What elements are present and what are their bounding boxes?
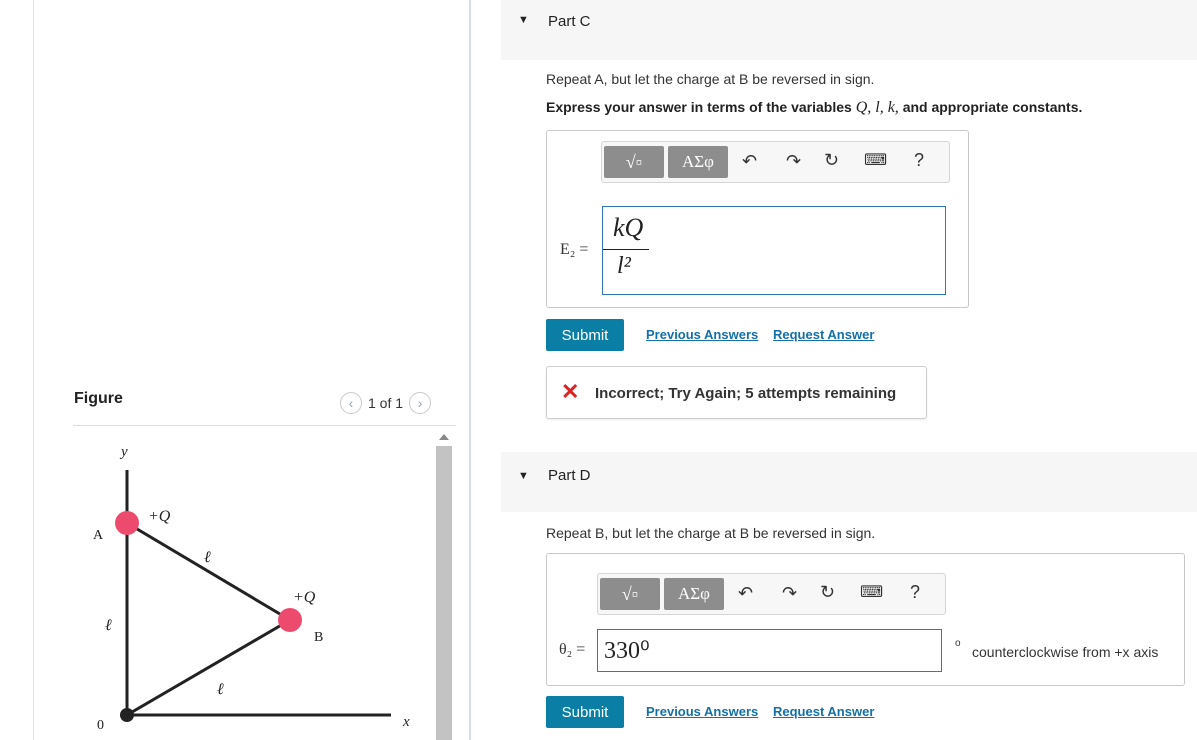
prev-figure-button[interactable]: ‹ bbox=[340, 392, 362, 414]
undo-icon[interactable]: ↶ bbox=[742, 151, 757, 172]
incorrect-x-icon: ✕ bbox=[561, 379, 580, 404]
part-d-title: Part D bbox=[548, 467, 591, 484]
instruction-variables: Q, l, k, bbox=[855, 99, 899, 116]
part-d-submit-button[interactable]: Submit bbox=[546, 696, 624, 728]
figure-title: Figure bbox=[74, 390, 123, 407]
greek-symbols-button[interactable]: ΑΣφ bbox=[664, 578, 724, 610]
point-a-label: A bbox=[93, 528, 104, 543]
answer-value: 330⁰ bbox=[604, 638, 650, 664]
figure-scrollbar[interactable] bbox=[435, 430, 453, 740]
redo-icon[interactable]: ↷ bbox=[782, 583, 797, 604]
part-c-header[interactable]: ▼ Part C bbox=[501, 0, 1197, 60]
math-toolbar: √▫ ΑΣφ ↶ ↷ ↻ ⌨ ? bbox=[601, 141, 950, 183]
part-c-prompt: Repeat A, but let the charge at B be rev… bbox=[546, 71, 875, 87]
fraction-bar bbox=[603, 249, 649, 250]
charge-diagram: y A B 0 x +Q +Q ℓ ℓ ℓ bbox=[93, 444, 410, 733]
figure-pager: ‹ 1 of 1 › bbox=[340, 392, 432, 414]
figure-panel: Figure ‹ 1 of 1 › y A B 0 x +Q +Q ℓ ℓ ℓ bbox=[0, 0, 471, 740]
keyboard-icon[interactable]: ⌨ bbox=[864, 150, 887, 170]
origin-dot bbox=[120, 708, 134, 722]
answer-numerator: kQ bbox=[613, 213, 644, 242]
help-button[interactable]: ? bbox=[914, 150, 924, 171]
part-d-request-answer-link[interactable]: Request Answer bbox=[773, 704, 874, 719]
part-c-answer-input[interactable]: kQ l² bbox=[602, 206, 946, 295]
charge-b bbox=[278, 608, 302, 632]
charge-a-label: +Q bbox=[148, 508, 171, 525]
charge-a bbox=[115, 511, 139, 535]
part-d-previous-answers-link[interactable]: Previous Answers bbox=[646, 704, 758, 719]
feedback-message: ✕ Incorrect; Try Again; 5 attempts remai… bbox=[546, 366, 927, 419]
templates-button[interactable]: √▫ bbox=[604, 146, 664, 178]
redo-icon[interactable]: ↷ bbox=[786, 151, 801, 172]
collapse-triangle-icon[interactable]: ▼ bbox=[518, 470, 529, 482]
part-d-prompt: Repeat B, but let the charge at B be rev… bbox=[546, 525, 876, 541]
divider bbox=[73, 425, 456, 426]
part-c-lhs: E₂ = bbox=[560, 241, 589, 258]
side-oa-label: ℓ bbox=[105, 617, 112, 634]
templates-button[interactable]: √▫ bbox=[600, 578, 660, 610]
keyboard-icon[interactable]: ⌨ bbox=[860, 582, 883, 602]
reset-icon[interactable]: ↻ bbox=[824, 150, 839, 171]
x-axis-label: x bbox=[402, 714, 410, 730]
part-c-submit-button[interactable]: Submit bbox=[546, 319, 624, 351]
part-c-previous-answers-link[interactable]: Previous Answers bbox=[646, 327, 758, 342]
scroll-thumb[interactable] bbox=[436, 446, 452, 740]
part-c-answer-box: √▫ ΑΣφ ↶ ↷ ↻ ⌨ ? E₂ = kQ l² bbox=[546, 130, 969, 308]
point-b-label: B bbox=[314, 630, 323, 645]
divider bbox=[33, 0, 34, 740]
instruction-prefix: Express your answer in terms of the vari… bbox=[546, 99, 852, 115]
charge-b-label: +Q bbox=[293, 589, 316, 606]
collapse-triangle-icon[interactable]: ▼ bbox=[518, 14, 529, 26]
math-toolbar: √▫ ΑΣφ ↶ ↷ ↻ ⌨ ? bbox=[597, 573, 946, 615]
part-c-request-answer-link[interactable]: Request Answer bbox=[773, 327, 874, 342]
answer-denominator: l² bbox=[617, 253, 631, 279]
pager-text: 1 of 1 bbox=[368, 395, 404, 411]
side-ob bbox=[126, 618, 291, 717]
undo-icon[interactable]: ↶ bbox=[738, 583, 753, 604]
part-c-instruction: Express your answer in terms of the vari… bbox=[546, 99, 1082, 117]
scroll-up-arrow-icon[interactable] bbox=[439, 434, 449, 440]
side-ob-label: ℓ bbox=[217, 681, 224, 698]
unit-degree-symbol: o bbox=[955, 638, 961, 649]
y-axis-label: y bbox=[119, 444, 128, 460]
part-d-answer-input[interactable]: 330⁰ bbox=[597, 629, 942, 672]
instruction-suffix: and appropriate constants. bbox=[902, 99, 1083, 115]
part-d-header[interactable]: ▼ Part D bbox=[501, 452, 1197, 512]
unit-text: counterclockwise from +x axis bbox=[972, 644, 1159, 660]
part-c-title: Part C bbox=[548, 13, 591, 30]
feedback-text: Incorrect; Try Again; 5 attempts remaini… bbox=[595, 385, 897, 402]
side-ab bbox=[126, 521, 291, 622]
side-ab-label: ℓ bbox=[204, 549, 211, 566]
help-button[interactable]: ? bbox=[910, 582, 920, 603]
pane-divider bbox=[469, 0, 471, 740]
part-d-answer-box: √▫ ΑΣφ ↶ ↷ ↻ ⌨ ? θ₂ = 330⁰ o countercloc… bbox=[546, 553, 1185, 686]
origin-label: 0 bbox=[97, 718, 104, 733]
next-figure-button[interactable]: › bbox=[409, 392, 432, 414]
greek-symbols-button[interactable]: ΑΣφ bbox=[668, 146, 728, 178]
part-d-lhs: θ₂ = bbox=[559, 641, 586, 658]
reset-icon[interactable]: ↻ bbox=[820, 582, 835, 603]
